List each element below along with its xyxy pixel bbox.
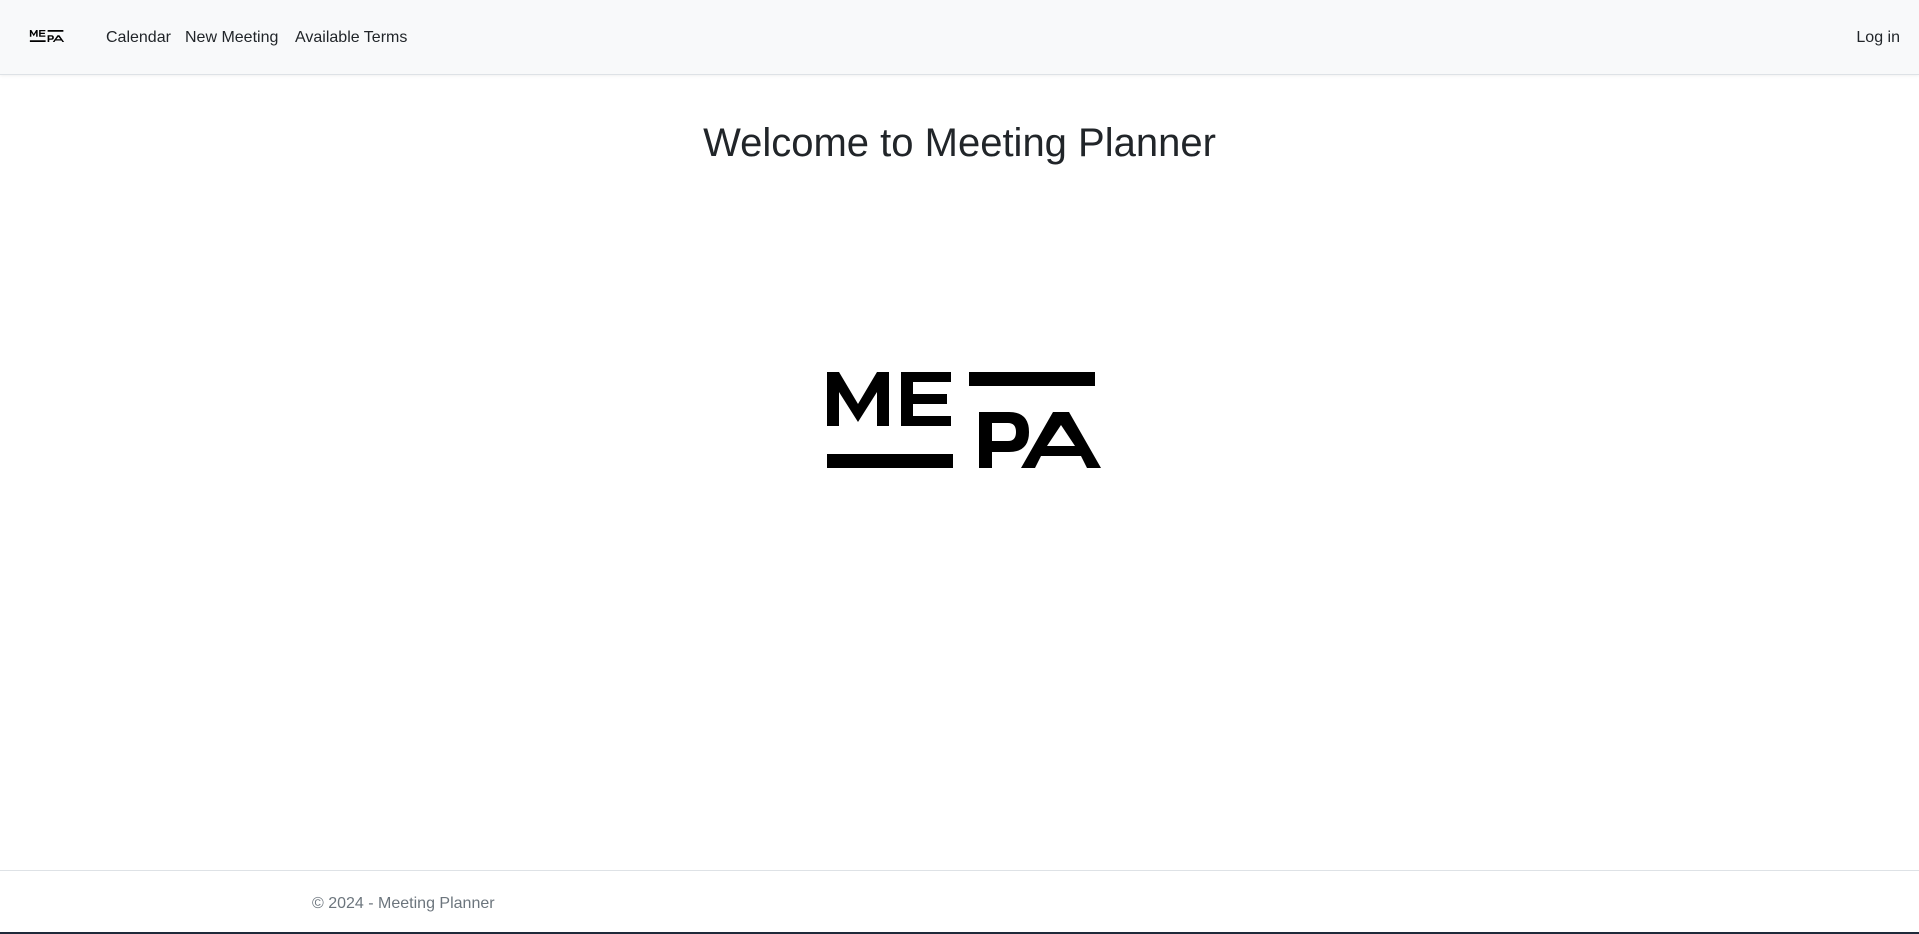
footer: © 2024 - Meeting Planner [0, 870, 1919, 932]
nav-link-available-terms[interactable]: Available Terms [295, 27, 407, 49]
top-navbar: Calendar New Meeting Available Terms Log… [0, 0, 1919, 75]
footer-copyright: © 2024 - Meeting Planner [312, 895, 495, 912]
nav-link-calendar[interactable]: Calendar [106, 27, 171, 49]
mepa-hero-logo-icon [827, 372, 1101, 468]
brand-logo-icon[interactable] [27, 30, 67, 42]
nav-link-new-meeting[interactable]: New Meeting [185, 27, 278, 49]
login-link[interactable]: Log in [1856, 27, 1900, 49]
page-title: Welcome to Meeting Planner [703, 121, 1216, 165]
